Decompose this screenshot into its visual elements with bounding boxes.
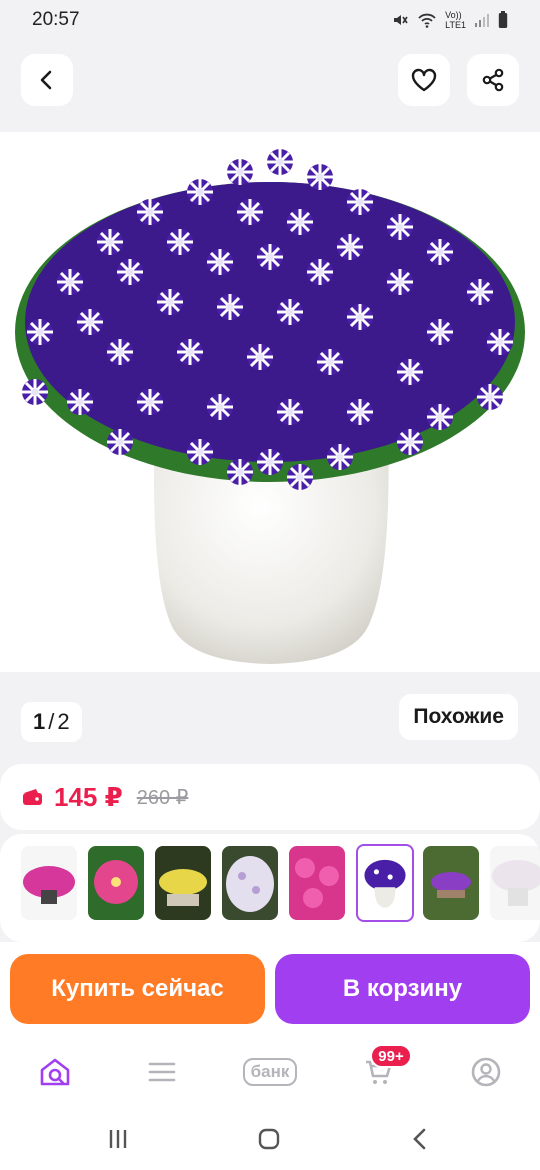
battery-icon (498, 11, 508, 28)
image-counter-current: 1 (33, 709, 46, 734)
price-current: 145 ₽ (54, 781, 123, 812)
home-circle-icon (258, 1128, 280, 1150)
product-image[interactable] (0, 132, 540, 672)
thumbnail[interactable] (289, 846, 345, 920)
add-to-cart-button[interactable]: В корзину (275, 954, 530, 1024)
mute-icon (394, 15, 408, 25)
status-icons: Vo)) LTE1 (391, 10, 508, 30)
action-bar: Купить сейчас В корзину (0, 942, 540, 1036)
wifi-icon (418, 13, 436, 28)
top-bar (0, 40, 540, 132)
back-button[interactable] (21, 54, 73, 106)
recents-icon (109, 1130, 127, 1148)
buy-now-button[interactable]: Купить сейчас (10, 954, 265, 1024)
nav-home[interactable] (28, 1050, 82, 1094)
back-icon (40, 70, 52, 90)
status-bar: 20:57 Vo)) LTE1 (0, 0, 540, 40)
recents-button[interactable] (98, 1124, 138, 1154)
price-section: 145 ₽ 260 ₽ (0, 764, 540, 830)
status-time: 20:57 (32, 9, 80, 30)
thumbnail-strip (0, 834, 540, 942)
heart-icon (411, 68, 437, 92)
back-triangle-icon (413, 1128, 426, 1150)
system-back-button[interactable] (400, 1124, 440, 1154)
nav-profile[interactable] (459, 1050, 513, 1094)
image-counter-separator: / (48, 709, 55, 734)
image-counter: 1 / 2 (21, 702, 82, 742)
thumbnail-selected[interactable] (356, 844, 414, 922)
thumbnail[interactable] (490, 846, 540, 920)
nav-catalog[interactable] (135, 1050, 189, 1094)
petunia-pot-image (15, 147, 525, 664)
thumbnail[interactable] (21, 846, 77, 920)
home-button[interactable] (249, 1124, 289, 1154)
similar-button[interactable]: Похожие (399, 694, 518, 740)
home-search-icon (40, 1058, 70, 1086)
cart-badge: 99+ (370, 1044, 412, 1068)
signal-icon (475, 14, 489, 27)
image-counter-total: 2 (57, 709, 70, 734)
network-type: Vo)) LTE1 (445, 10, 466, 30)
menu-icon (148, 1062, 176, 1082)
favorite-button[interactable] (398, 54, 450, 106)
system-nav (0, 1108, 540, 1170)
bank-label: банк (242, 1058, 298, 1086)
share-button[interactable] (467, 54, 519, 106)
thumbnail[interactable] (423, 846, 479, 920)
bottom-nav: банк 99+ (0, 1036, 540, 1108)
share-icon (482, 68, 504, 92)
profile-icon (471, 1057, 501, 1087)
thumbnail[interactable] (155, 846, 211, 920)
price-old: 260 ₽ (136, 786, 189, 809)
thumbnail[interactable] (88, 846, 144, 920)
thumbnail[interactable] (222, 846, 278, 920)
gallery-footer: 1 / 2 Похожие (0, 672, 540, 760)
nav-bank[interactable]: банк (236, 1050, 304, 1094)
wallet-icon (23, 789, 42, 805)
